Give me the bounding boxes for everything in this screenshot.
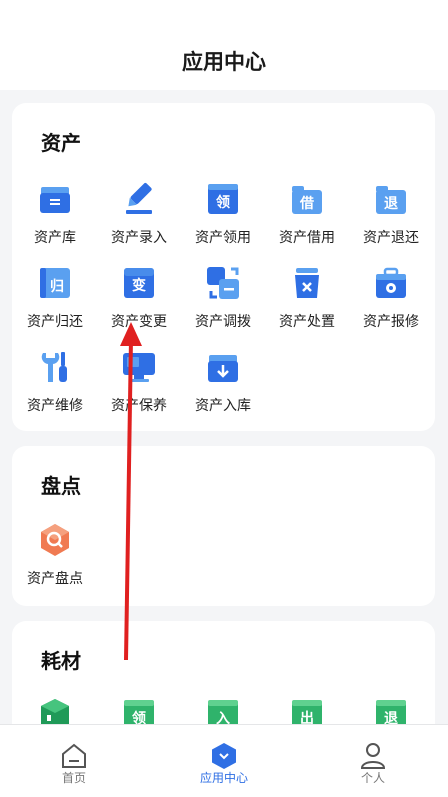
- asset-inbound-item[interactable]: 资产入库: [181, 349, 265, 429]
- asset-change-icon: 变: [124, 268, 154, 298]
- asset-change-item[interactable]: 变 资产变更: [97, 265, 181, 345]
- svg-text:变: 变: [132, 277, 146, 294]
- asset-inventory-icon: [41, 524, 69, 556]
- home-icon: [62, 743, 86, 768]
- asset-repair-report-icon: [376, 267, 406, 298]
- asset-give-back-icon: 归: [40, 268, 70, 298]
- item-label: 资产退还: [363, 230, 419, 246]
- asset-repair-report-item[interactable]: 资产报修: [349, 265, 433, 345]
- asset-inbound-icon: [208, 355, 238, 382]
- item-label: 资产调拨: [195, 314, 251, 330]
- asset-borrow-icon: 借: [292, 186, 322, 214]
- item-label: 资产盘点: [27, 571, 83, 587]
- item-label: 资产领用: [195, 230, 251, 246]
- item-label: 资产处置: [279, 314, 335, 330]
- asset-upkeep-item[interactable]: 资产保养: [97, 349, 181, 429]
- item-label: 资产报修: [363, 314, 419, 330]
- tab-home[interactable]: 首页: [19, 725, 129, 797]
- svg-text:借: 借: [299, 195, 314, 212]
- asset-library-icon: [40, 187, 70, 213]
- svg-text:领: 领: [216, 194, 230, 211]
- asset-requisition-icon: 领: [208, 184, 238, 214]
- tab-app-center[interactable]: 应用中心: [169, 725, 279, 797]
- asset-library-item[interactable]: 资产库: [13, 181, 97, 261]
- asset-disposal-item[interactable]: 资产处置: [265, 265, 349, 345]
- section-title-assets: 资产: [41, 131, 81, 155]
- item-label: 资产保养: [111, 398, 167, 414]
- asset-maintenance-item[interactable]: 资产维修: [13, 349, 97, 429]
- item-label: 资产变更: [111, 314, 167, 330]
- asset-give-back-item[interactable]: 归 资产归还: [13, 265, 97, 345]
- asset-transfer-icon: [207, 267, 239, 299]
- section-title-inventory: 盘点: [41, 474, 81, 498]
- asset-upkeep-monitor-icon: [123, 353, 155, 382]
- app-header: 应用中心: [0, 0, 448, 90]
- section-title-consumables: 耗材: [41, 649, 81, 673]
- tab-label: 应用中心: [199, 771, 248, 785]
- assets-section-card: 资产 资产库 资产录入 领 资产领用 借 资产借用 退 资产退还 归 资产归还 …: [12, 103, 435, 431]
- asset-entry-item[interactable]: 资产录入: [97, 181, 181, 261]
- inventory-section-card: 盘点 资产盘点: [12, 446, 435, 606]
- svg-text:归: 归: [50, 278, 64, 295]
- asset-return-item[interactable]: 退 资产退还: [349, 181, 433, 261]
- item-label: 资产归还: [27, 314, 83, 330]
- asset-disposal-trash-icon: [295, 268, 319, 298]
- item-label: 资产维修: [27, 398, 83, 414]
- asset-transfer-item[interactable]: 资产调拨: [181, 265, 265, 345]
- item-label: 资产录入: [111, 230, 167, 246]
- page-title: 应用中心: [182, 50, 266, 74]
- app-center-icon: [212, 743, 236, 769]
- tab-profile[interactable]: 个人: [318, 725, 428, 797]
- svg-text:退: 退: [384, 196, 398, 212]
- asset-return-icon: 退: [376, 186, 406, 214]
- tab-label: 个人: [360, 771, 385, 785]
- asset-requisition-item[interactable]: 领 资产领用: [181, 181, 265, 261]
- asset-entry-pen-icon: [126, 182, 152, 214]
- asset-borrow-item[interactable]: 借 资产借用: [265, 181, 349, 261]
- asset-maintenance-tools-icon: [41, 352, 67, 382]
- item-label: 资产库: [34, 230, 76, 246]
- item-label: 资产借用: [279, 230, 335, 246]
- bottom-tab-bar: 首页 应用中心 个人: [0, 724, 448, 797]
- asset-inventory-item[interactable]: 资产盘点: [13, 522, 97, 602]
- tab-label: 首页: [61, 771, 86, 785]
- person-icon: [360, 743, 386, 769]
- item-label: 资产入库: [195, 398, 251, 414]
